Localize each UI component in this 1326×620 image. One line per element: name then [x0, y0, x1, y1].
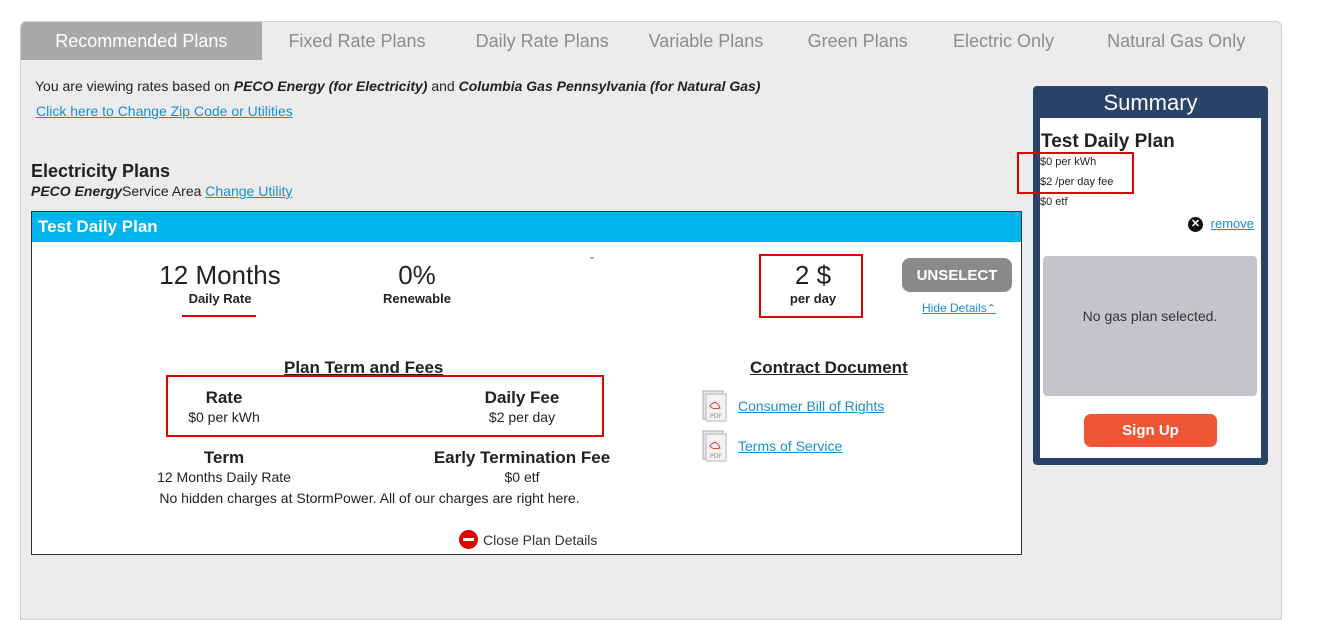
- change-zip-link[interactable]: Click here to Change Zip Code or Utiliti…: [36, 103, 293, 119]
- electric-utility-name: PECO Energy (for Electricity): [233, 78, 428, 94]
- summary-title: Summary: [1103, 90, 1198, 115]
- contract-document-heading: Contract Document: [750, 358, 908, 377]
- viewing-prefix: You are viewing rates based on: [35, 78, 230, 94]
- viewing-rates-text: You are viewing rates based on PECO Ener…: [35, 78, 760, 94]
- plan-card: Test Daily Plan 12 Months Daily Rate 0% …: [31, 211, 1022, 555]
- close-plan-details-label: Close Plan Details: [483, 531, 598, 548]
- tab-recommended-plans[interactable]: Recommended Plans: [21, 22, 262, 60]
- service-utility-name: PECO Energy: [31, 183, 123, 199]
- no-hidden-charges-note: No hidden charges at StormPower. All of …: [159, 490, 580, 506]
- term-label-2: Term: [203, 448, 245, 467]
- sign-up-button[interactable]: Sign Up: [1084, 414, 1217, 447]
- close-plan-details-button[interactable]: Close Plan Details: [459, 530, 597, 549]
- no-gas-plan-box: No gas plan selected.: [1043, 256, 1257, 396]
- svg-text:PDF: PDF: [710, 413, 722, 420]
- electricity-plans-heading: Electricity Plans: [31, 161, 171, 181]
- minus-circle-icon: [459, 530, 478, 549]
- tab-fixed-rate-plans[interactable]: Fixed Rate Plans: [262, 22, 453, 60]
- renewable-value: 0%: [398, 260, 436, 290]
- unselect-button[interactable]: UNSELECT: [902, 258, 1012, 292]
- plan-tabs: Recommended Plans Fixed Rate Plans Daily…: [20, 21, 1282, 60]
- term-label: Daily Rate: [188, 291, 252, 306]
- tab-electric-only[interactable]: Electric Only: [936, 22, 1072, 60]
- term-value-2: 12 Months Daily Rate: [157, 469, 291, 485]
- price-highlight-box: [759, 254, 863, 318]
- term-stat: 12 Months Daily Rate: [150, 260, 290, 306]
- pdf-icon: PDF: [702, 430, 727, 462]
- tab-variable-plans[interactable]: Variable Plans: [632, 22, 780, 60]
- fees-highlight-box: [166, 375, 604, 437]
- summary-plan-name: Test Daily Plan: [1041, 131, 1175, 152]
- plan-name-header: Test Daily Plan: [32, 212, 1021, 242]
- viewing-and: and: [431, 78, 455, 94]
- service-area-label: Service Area: [122, 183, 202, 199]
- service-area-line: PECO EnergyService Area Change Utility: [31, 183, 292, 199]
- separator-dash: -: [590, 250, 594, 264]
- summary-panel: Summary Test Daily Plan $0 per kWh $2 /p…: [1017, 86, 1268, 465]
- summary-body: Test Daily Plan $0 per kWh $2 /per day f…: [1017, 118, 1261, 458]
- terms-of-service-link[interactable]: Terms of Service: [738, 438, 842, 454]
- renewable-stat: 0% Renewable: [367, 260, 467, 306]
- etf-value: $0 etf: [504, 469, 540, 485]
- close-icon[interactable]: ✕: [1188, 217, 1203, 232]
- tab-daily-rate-plans[interactable]: Daily Rate Plans: [452, 22, 632, 60]
- summary-highlight-box: [1017, 152, 1134, 194]
- svg-text:PDF: PDF: [710, 453, 722, 460]
- hide-details-label: Hide Details: [922, 301, 987, 315]
- tab-natural-gas-only[interactable]: Natural Gas Only: [1071, 22, 1281, 60]
- chevron-up-icon: ⌃: [986, 303, 996, 315]
- change-utility-link[interactable]: Change Utility: [205, 183, 292, 199]
- gas-utility-name: Columbia Gas Pennsylvania (for Natural G…: [458, 78, 761, 94]
- remove-plan-link[interactable]: remove: [1211, 216, 1254, 231]
- term-underline-annotation: [182, 315, 256, 317]
- hide-details-link[interactable]: Hide Details⌃: [922, 301, 996, 315]
- renewable-label: Renewable: [383, 291, 451, 306]
- etf-label: Early Termination Fee: [433, 448, 611, 467]
- consumer-bill-of-rights-link[interactable]: Consumer Bill of Rights: [738, 398, 884, 414]
- summary-etf: $0 etf: [1040, 196, 1068, 208]
- term-value: 12 Months: [159, 260, 281, 290]
- pdf-icon: PDF: [702, 390, 727, 422]
- tab-green-plans[interactable]: Green Plans: [780, 22, 936, 60]
